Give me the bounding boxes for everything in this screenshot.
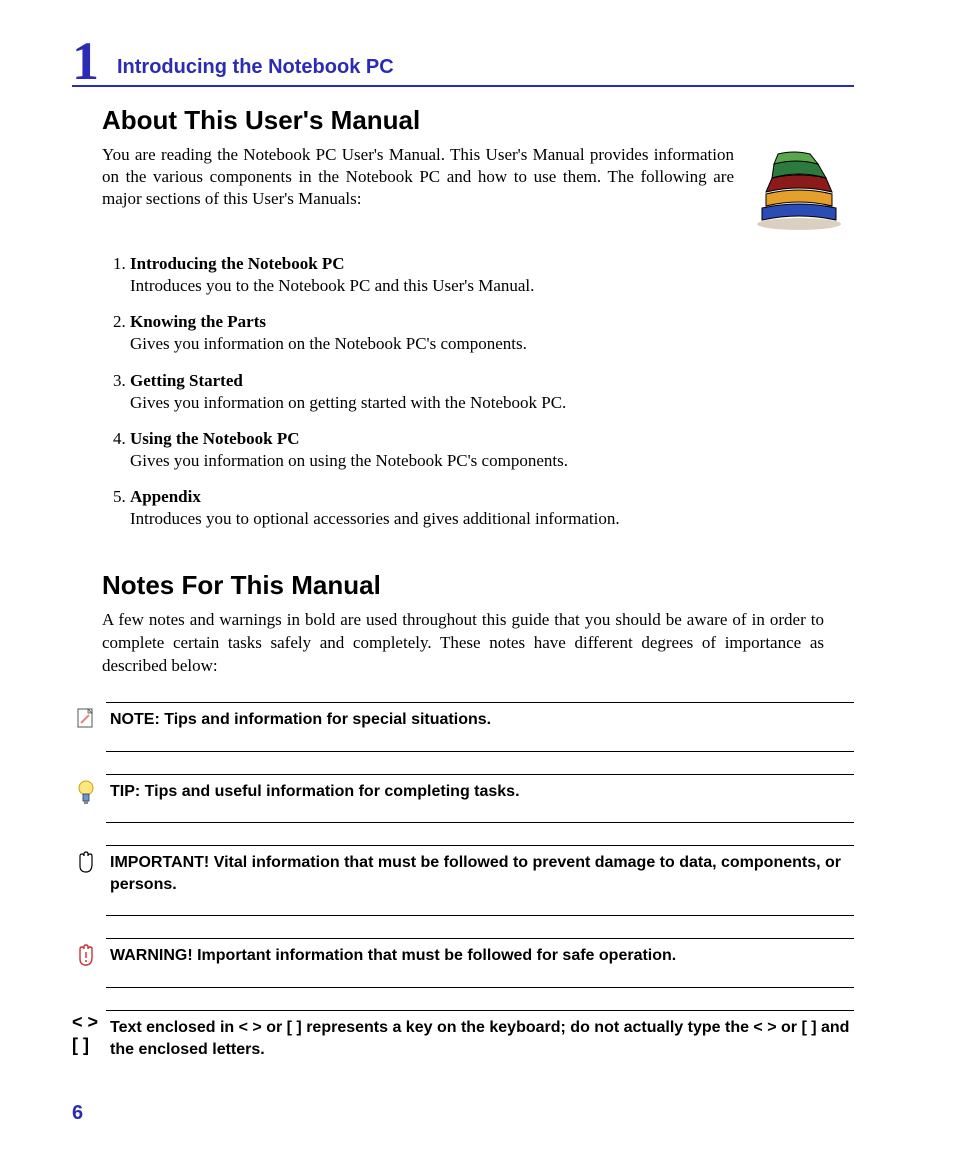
section-item-title: Appendix [130, 487, 201, 506]
chapter-header: 1 Introducing the Notebook PC [72, 40, 854, 87]
note-row: NOTE: Tips and information for special s… [72, 702, 854, 752]
note-row: WARNING! Important information that must… [72, 938, 854, 988]
note-text: NOTE: Tips and information for special s… [110, 711, 491, 728]
note-text: TIP: Tips and useful information for com… [110, 783, 520, 800]
notes-heading: Notes For This Manual [102, 570, 854, 601]
section-item-desc: Gives you information on using the Noteb… [130, 451, 568, 470]
tip-bulb-icon [72, 779, 100, 816]
section-item-title: Getting Started [130, 371, 243, 390]
list-item: Knowing the Parts Gives you information … [130, 311, 854, 355]
angle-brackets-label: < > [72, 1012, 98, 1032]
section-item-desc: Gives you information on getting started… [130, 393, 566, 412]
document-page: 1 Introducing the Notebook PC About This… [0, 0, 954, 1155]
section-item-title: Using the Notebook PC [130, 429, 300, 448]
note-row: TIP: Tips and useful information for com… [72, 774, 854, 824]
note-text: IMPORTANT! Vital information that must b… [110, 854, 841, 893]
list-item: Appendix Introduces you to optional acce… [130, 486, 854, 530]
square-brackets-label: [ ] [72, 1035, 89, 1055]
page-number: 6 [72, 1102, 83, 1125]
note-row: IMPORTANT! Vital information that must b… [72, 845, 854, 916]
section-item-title: Knowing the Parts [130, 312, 266, 331]
warning-hand-icon [72, 943, 100, 976]
section-item-desc: Gives you information on the Notebook PC… [130, 334, 527, 353]
notes-intro-text: A few notes and warnings in bold are use… [102, 609, 824, 678]
section-item-desc: Introduces you to optional accessories a… [130, 509, 620, 528]
note-text: WARNING! Important information that must… [110, 947, 676, 964]
section-item-title: Introducing the Notebook PC [130, 254, 345, 273]
about-section: About This User's Manual You are reading… [72, 105, 854, 530]
note-text: Text enclosed in < > or [ ] represents a… [110, 1019, 849, 1058]
note-row: < > [ ] Text enclosed in < > or [ ] repr… [72, 1010, 854, 1066]
notes-section: Notes For This Manual A few notes and wa… [72, 570, 854, 1066]
chapter-title: Introducing the Notebook PC [117, 56, 394, 83]
important-hand-icon [72, 850, 100, 883]
note-page-icon [72, 707, 100, 736]
list-item: Introducing the Notebook PC Introduces y… [130, 253, 854, 297]
about-heading: About This User's Manual [102, 105, 854, 136]
key-brackets-icon: < > [ ] [72, 1011, 98, 1058]
about-intro-text: You are reading the Notebook PC User's M… [102, 144, 734, 210]
section-item-desc: Introduces you to the Notebook PC and th… [130, 276, 534, 295]
chapter-number: 1 [72, 40, 99, 83]
list-item: Using the Notebook PC Gives you informat… [130, 428, 854, 472]
list-item: Getting Started Gives you information on… [130, 370, 854, 414]
books-stack-icon [744, 144, 854, 239]
sections-list: Introducing the Notebook PC Introduces y… [102, 253, 854, 530]
